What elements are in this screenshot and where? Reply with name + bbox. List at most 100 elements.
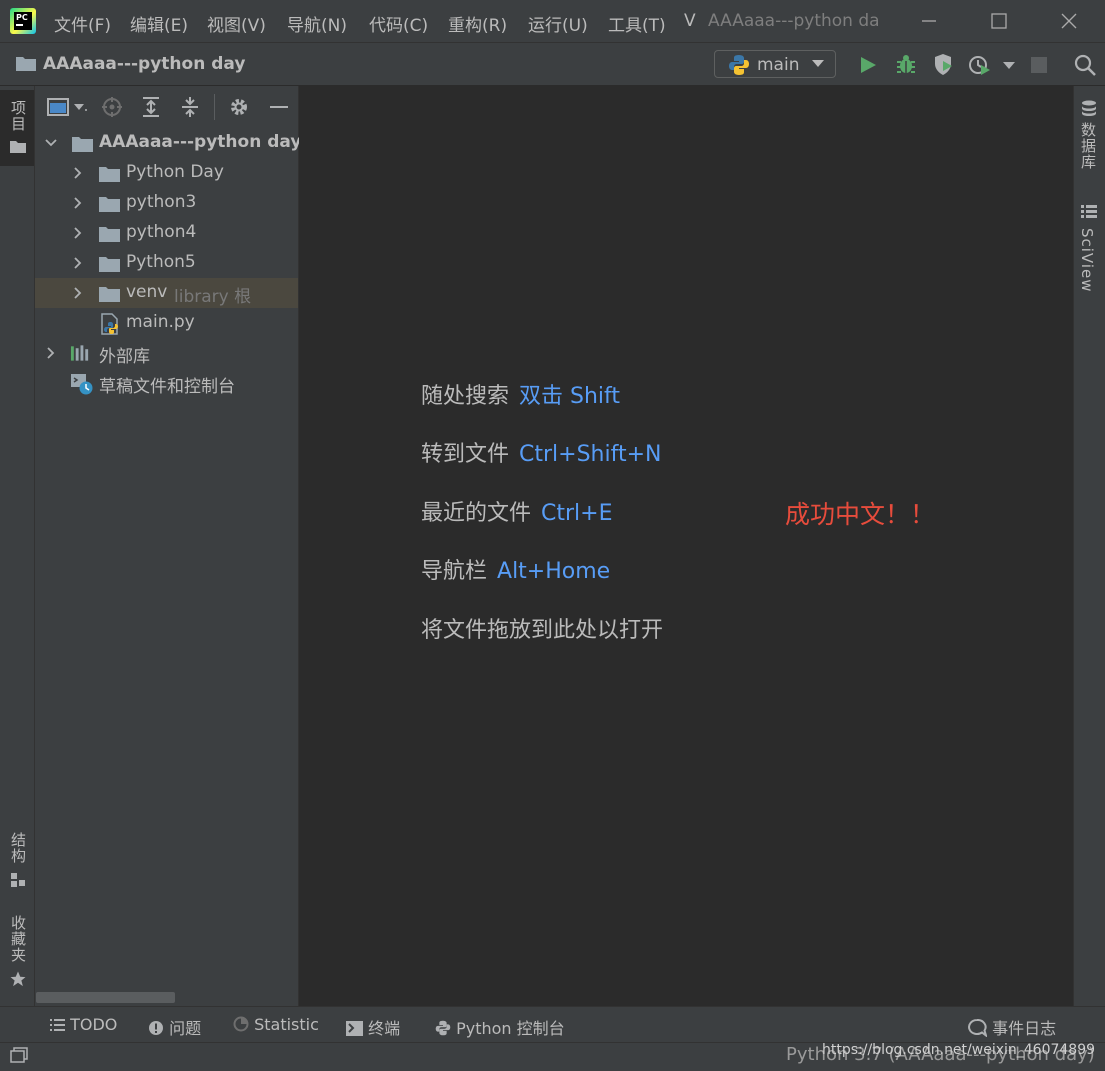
gear-icon[interactable]	[228, 96, 250, 118]
tree-item-venv[interactable]: venv library 根	[35, 278, 298, 308]
more-run-options-chevron-icon[interactable]	[1003, 62, 1015, 70]
folder-icon	[72, 137, 93, 152]
star-icon	[10, 971, 26, 987]
statistic-pie-icon	[233, 1016, 249, 1032]
minimize-button[interactable]	[914, 8, 944, 34]
stop-icon[interactable]	[1030, 56, 1048, 74]
library-icon	[70, 345, 89, 361]
tree-external-libraries[interactable]: 外部库	[35, 338, 298, 368]
project-toolbar	[35, 86, 298, 128]
hint-label: 将文件拖放到此处以打开	[421, 618, 664, 643]
hint-shortcut: Ctrl+Shift+N	[519, 442, 662, 467]
menu-vcs[interactable]: V	[684, 11, 696, 31]
hint-label: 随处搜索	[421, 384, 510, 409]
python-file-icon	[101, 313, 118, 335]
tree-item-label: Python5	[126, 252, 196, 272]
chevron-right-icon	[74, 227, 82, 239]
tree-item-label: python3	[126, 192, 197, 212]
menu-navigate[interactable]: 导航(N)	[287, 11, 347, 36]
folder-icon	[99, 197, 120, 212]
tree-item-label: main.py	[126, 312, 195, 332]
tree-item-python5[interactable]: Python5	[35, 248, 298, 278]
menu-code[interactable]: 代码(C)	[369, 11, 428, 36]
hint-shortcut: Ctrl+E	[541, 501, 613, 526]
structure-icon	[11, 873, 25, 887]
pycharm-logo-icon[interactable]: PC	[10, 8, 36, 34]
folder-icon	[99, 287, 120, 302]
problems-tool-button[interactable]: 问题	[148, 1015, 201, 1039]
tree-root-label: AAAaaa---python day	[99, 132, 302, 152]
event-log-tool-button[interactable]: 事件日志	[967, 1015, 1056, 1039]
maximize-icon	[991, 13, 1007, 29]
library-root-suffix: library 根	[174, 287, 252, 307]
database-tab-label[interactable]: 数据库	[1078, 122, 1099, 170]
menu-run[interactable]: 运行(U)	[528, 11, 588, 36]
todo-list-icon	[50, 1019, 65, 1031]
editor-empty-area[interactable]	[299, 86, 1072, 1006]
tree-item-python3[interactable]: python3	[35, 188, 298, 218]
statistic-label: Statistic	[254, 1015, 319, 1034]
menu-tools[interactable]: 工具(T)	[608, 11, 666, 36]
terminal-tool-button[interactable]: 终端	[346, 1015, 400, 1039]
menu-edit[interactable]: 编辑(E)	[130, 11, 188, 36]
project-view-icon[interactable]	[47, 98, 71, 116]
maximize-button[interactable]	[984, 8, 1014, 34]
coverage-icon[interactable]	[932, 53, 956, 77]
chevron-right-icon	[74, 257, 82, 269]
window-title: AAAaaa---python da	[708, 11, 880, 31]
run-config-label: main	[757, 55, 800, 75]
debug-icon[interactable]	[895, 53, 917, 75]
hint-navigation-bar: 导航栏 Alt+Home	[421, 553, 610, 585]
folder-icon	[99, 167, 120, 182]
profile-icon[interactable]	[968, 53, 992, 77]
menu-file[interactable]: 文件(F)	[54, 11, 111, 36]
tree-item-python-day[interactable]: Python Day	[35, 158, 298, 188]
problems-icon	[149, 1021, 163, 1035]
folder-icon	[99, 227, 120, 242]
toolbar-divider	[214, 94, 215, 120]
tree-scratches[interactable]: 草稿文件和控制台	[35, 368, 298, 398]
run-icon[interactable]	[858, 55, 878, 75]
collapse-all-icon[interactable]	[179, 96, 201, 118]
chevron-right-icon	[47, 347, 55, 359]
breadcrumb-project[interactable]: AAAaaa---python day	[43, 54, 245, 74]
tree-root[interactable]: AAAaaa---python day	[35, 128, 302, 158]
chevron-right-icon	[74, 197, 82, 209]
python-console-tool-button[interactable]: Python 控制台	[435, 1015, 565, 1039]
chevron-right-icon	[74, 287, 82, 299]
view-chevron-down-icon[interactable]	[74, 104, 88, 112]
hide-panel-icon[interactable]	[269, 96, 289, 118]
event-log-bubble-icon	[968, 1019, 988, 1039]
todo-tool-button[interactable]: TODO	[50, 1015, 117, 1034]
left-tool-stripe	[0, 86, 35, 1006]
hint-recent-files: 最近的文件 Ctrl+E	[421, 495, 613, 527]
horizontal-scrollbar[interactable]	[36, 992, 175, 1003]
favorites-tab-label[interactable]: 收藏夹	[8, 915, 29, 963]
tree-item-main-py[interactable]: main.py	[35, 308, 298, 338]
tree-item-label: python4	[126, 222, 197, 242]
hint-drop-files: 将文件拖放到此处以打开	[421, 612, 663, 644]
tree-item-python4[interactable]: python4	[35, 218, 298, 248]
database-icon	[1082, 100, 1096, 116]
folder-icon	[16, 57, 36, 71]
python-icon	[729, 55, 749, 75]
expand-all-icon[interactable]	[140, 96, 162, 118]
toggle-tool-windows-icon[interactable]	[10, 1047, 28, 1063]
menu-refactor[interactable]: 重构(R)	[448, 11, 507, 36]
project-tab-label: 项目	[9, 100, 27, 132]
statistic-tool-button[interactable]: Statistic	[233, 1015, 319, 1034]
menu-view[interactable]: 视图(V)	[207, 11, 266, 36]
event-log-label: 事件日志	[992, 1019, 1057, 1038]
sciview-tab-label[interactable]: SciView	[1078, 228, 1096, 293]
python-console-icon	[435, 1020, 451, 1036]
python-console-label: Python 控制台	[456, 1019, 565, 1038]
hint-label: 最近的文件	[421, 501, 532, 526]
project-folder-icon	[10, 141, 26, 153]
tree-item-label: Python Day	[126, 162, 224, 182]
structure-tab-label[interactable]: 结构	[8, 832, 29, 864]
locate-icon[interactable]	[101, 96, 123, 118]
sciview-icon	[1081, 205, 1097, 218]
hint-shortcut: 双击 Shift	[519, 384, 621, 409]
close-button[interactable]	[1054, 8, 1084, 34]
search-icon[interactable]	[1074, 54, 1096, 76]
